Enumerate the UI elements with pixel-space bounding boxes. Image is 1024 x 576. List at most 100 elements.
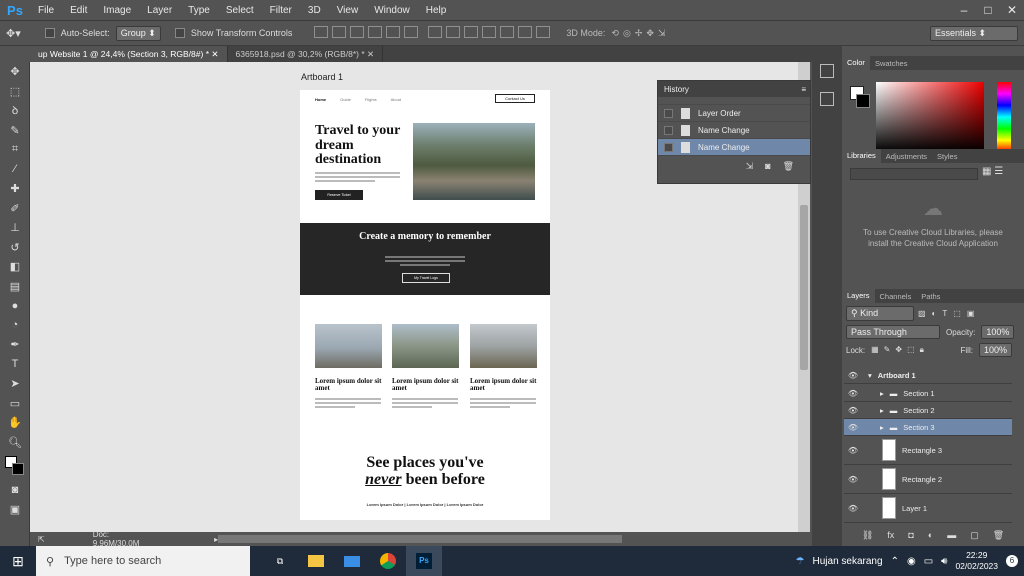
maximize-button[interactable]: □ <box>976 1 1000 19</box>
menu-select[interactable]: Select <box>218 5 262 16</box>
eraser-tool-icon[interactable]: ◧ <box>0 257 30 277</box>
new-document-from-state-icon[interactable]: ⇲ <box>746 161 754 172</box>
photoshop-taskbar-icon[interactable]: Ps <box>406 546 442 576</box>
layer-row-shape[interactable]: 👁︎ Rectangle 3 <box>844 436 1012 465</box>
properties-panel-icon[interactable] <box>820 92 834 106</box>
close-tab-icon[interactable]: ✕ <box>211 49 218 59</box>
distribute-middle-icon[interactable] <box>446 26 461 38</box>
zoom-tool-icon[interactable]: 🔍︎ <box>0 433 30 453</box>
menu-3d[interactable]: 3D <box>300 5 329 16</box>
close-window-button[interactable]: ✕ <box>1000 1 1024 19</box>
panel-menu-icon[interactable]: ≡ <box>801 85 806 94</box>
file-explorer-icon[interactable] <box>298 546 334 576</box>
move-tool-icon[interactable]: ✥ <box>0 62 30 82</box>
menu-edit[interactable]: Edit <box>62 5 95 16</box>
menu-image[interactable]: Image <box>95 5 139 16</box>
menu-window[interactable]: Window <box>366 5 418 16</box>
tab-layers[interactable]: Layers <box>842 289 875 303</box>
layer-row-group[interactable]: 👁︎ ▸ ▬ Section 1 <box>844 385 1012 402</box>
history-snapshot-checkbox[interactable] <box>664 142 673 152</box>
network-icon[interactable]: ▭ <box>924 556 933 567</box>
quick-select-tool-icon[interactable]: ✎ <box>0 121 30 141</box>
notification-badge[interactable]: 6 <box>1006 555 1018 567</box>
distribute-bottom-icon[interactable] <box>464 26 479 38</box>
menu-filter[interactable]: Filter <box>262 5 300 16</box>
new-group-icon[interactable]: ▬ <box>947 530 956 544</box>
history-snapshot-checkbox[interactable] <box>664 108 673 118</box>
distribute-top-icon[interactable] <box>428 26 443 38</box>
trash-icon[interactable]: 🗑︎ <box>783 161 794 172</box>
collapse-arrow-icon[interactable]: ▸ <box>880 389 884 398</box>
history-tab[interactable]: History <box>664 85 689 94</box>
opacity-field[interactable]: 100% <box>981 325 1015 339</box>
eyedropper-tool-icon[interactable]: ⁄ <box>0 160 30 180</box>
collapse-arrow-icon[interactable]: ▸ <box>880 406 884 415</box>
quick-mask-icon[interactable]: ◙ <box>0 480 30 500</box>
tab-paths[interactable]: Paths <box>916 292 945 301</box>
kind-filter-dropdown[interactable]: ⚲ Kind <box>846 306 914 321</box>
path-select-icon[interactable]: ➤ <box>0 374 30 394</box>
history-snapshot-checkbox[interactable] <box>664 125 673 135</box>
tab-color[interactable]: Color <box>842 56 870 70</box>
crop-tool-icon[interactable]: ⌗ <box>0 140 30 160</box>
fill-field[interactable]: 100% <box>978 343 1012 357</box>
marquee-tool-icon[interactable]: ⬚ <box>0 82 30 102</box>
auto-select-checkbox[interactable] <box>44 28 55 38</box>
taskbar-search[interactable]: ⚲ Type here to search <box>36 546 250 576</box>
layer-filter-icons[interactable]: ▨◐T⬚▣ <box>918 309 980 318</box>
align-top-icon[interactable] <box>314 26 329 38</box>
hue-slider[interactable] <box>997 82 1011 152</box>
history-row-selected[interactable]: Name Change <box>658 139 810 156</box>
menu-type[interactable]: Type <box>180 5 218 16</box>
auto-select-dropdown[interactable]: Group ⬍ <box>115 25 161 41</box>
windows-start-icon[interactable]: ⊞ <box>0 553 36 570</box>
eye-icon[interactable]: 👁︎ <box>844 475 862 484</box>
eye-icon[interactable]: 👁︎ <box>844 406 862 415</box>
fx-icon[interactable]: fx <box>887 530 894 544</box>
clock[interactable]: 22:29 02/02/2023 <box>955 550 998 572</box>
library-dropdown[interactable] <box>850 168 978 180</box>
mask-icon[interactable]: ◘ <box>908 530 913 544</box>
clone-stamp-icon[interactable]: ⊥ <box>0 218 30 238</box>
volume-icon[interactable]: 🔊︎ <box>941 556 947 567</box>
horizontal-scrollbar[interactable] <box>218 535 622 543</box>
align-right-icon[interactable] <box>404 26 419 38</box>
history-panel-icon[interactable] <box>820 64 834 78</box>
minimize-button[interactable]: – <box>952 1 976 19</box>
adjustment-icon[interactable]: ◐ <box>928 530 933 544</box>
align-icons[interactable] <box>312 26 420 40</box>
eye-icon[interactable]: 👁︎ <box>844 389 862 398</box>
gradient-tool-icon[interactable]: ▤ <box>0 277 30 297</box>
history-row-partial[interactable] <box>658 97 810 105</box>
eye-icon[interactable]: 👁︎ <box>844 423 862 432</box>
align-center-icon[interactable] <box>386 26 401 38</box>
artboard-label[interactable]: Artboard 1 <box>301 72 343 82</box>
align-left-icon[interactable] <box>368 26 383 38</box>
chrome-icon[interactable] <box>370 546 406 576</box>
task-view-icon[interactable]: ⧉ <box>262 546 298 576</box>
link-layers-icon[interactable]: ⛓︎ <box>862 530 873 544</box>
lock-icons[interactable]: ▦✎✥⬚🔒︎ <box>871 345 929 355</box>
weather-icon[interactable]: ☂ <box>796 556 805 567</box>
background-color[interactable] <box>856 94 870 108</box>
tab-swatches[interactable]: Swatches <box>870 59 913 68</box>
tab-mockup-website[interactable]: up Website 1 @ 24,4% (Section 3, RGB/8#)… <box>30 46 228 62</box>
artboard[interactable]: Home Guide Flights About Contact Us Trav… <box>300 90 550 520</box>
align-middle-icon[interactable] <box>332 26 347 38</box>
screen-mode-icon[interactable]: ▣ <box>0 500 30 520</box>
lasso-tool-icon[interactable]: ꝺ <box>0 101 30 121</box>
collapse-arrow-icon[interactable]: ▸ <box>880 423 884 432</box>
hand-tool-icon[interactable]: ✋ <box>0 413 30 433</box>
history-row[interactable]: Layer Order <box>658 105 810 122</box>
tab-channels[interactable]: Channels <box>875 292 917 301</box>
distribute-center-icon[interactable] <box>500 26 515 38</box>
share-icon[interactable]: ⇱ <box>30 535 53 544</box>
eye-icon[interactable]: 👁︎ <box>844 504 862 513</box>
dodge-tool-icon[interactable]: ◔ <box>0 316 30 336</box>
menu-file[interactable]: File <box>30 5 62 16</box>
delete-layer-icon[interactable]: 🗑︎ <box>993 530 1004 544</box>
tab-styles[interactable]: Styles <box>932 152 962 161</box>
camera-icon[interactable]: ◙ <box>765 161 770 172</box>
mail-icon[interactable] <box>334 546 370 576</box>
eye-icon[interactable]: 👁︎ <box>844 371 862 380</box>
